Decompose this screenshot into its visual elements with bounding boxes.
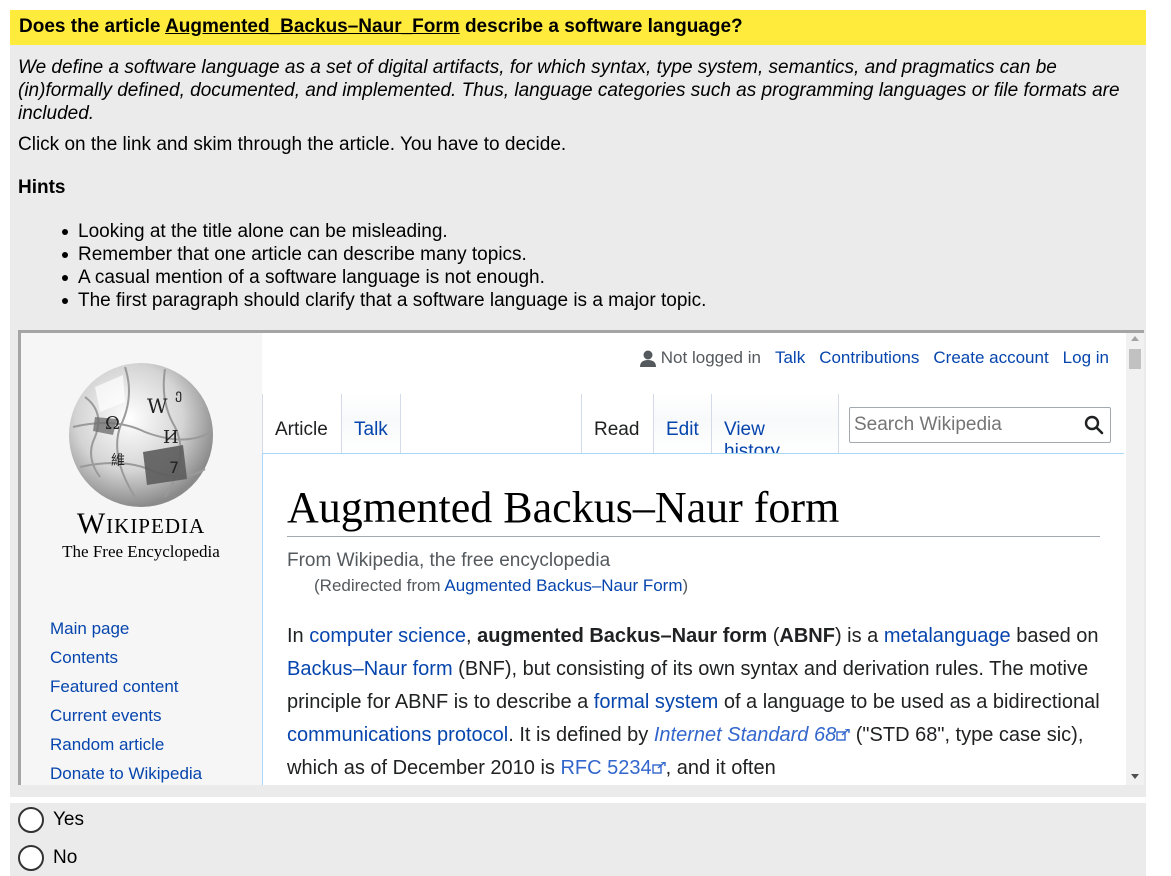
yes-radio[interactable] [18,807,44,833]
answer-yes[interactable]: Yes [18,807,84,833]
search-icon[interactable] [1084,415,1104,435]
lead-bold-abbr: ABNF [779,625,835,647]
hint-item: The first paragraph should clarify that … [40,289,706,312]
personal-talk-link[interactable]: Talk [775,348,805,368]
lead-text: , [466,625,478,647]
wikipedia-preview-frame[interactable]: Ω W И 維 7 ე Wikipedia The Free Encyclope… [18,330,1144,785]
lead-text: , and it often [665,757,776,779]
yes-label: Yes [53,809,84,830]
link-backus-naur-form[interactable]: Backus–Naur form [287,658,453,680]
hints-title: Hints [18,177,66,198]
tab-article[interactable]: Article [262,394,341,453]
site-subtitle: From Wikipedia, the free encyclopedia [287,550,611,571]
log-in-link[interactable]: Log in [1063,348,1109,368]
lead-text: ) is a [834,625,884,647]
svg-text:Ω: Ω [105,413,120,434]
question-suffix: describe a software language? [459,16,743,37]
task-panel: We define a software language as a set o… [10,45,1146,797]
svg-text:ე: ე [175,387,182,403]
definition-text: We define a software language as a set o… [18,57,1120,124]
link-internet-standard-68[interactable]: Internet Standard 68 [654,724,836,746]
lead-text: based on [1010,625,1099,647]
lead-text: . It is defined by [508,724,654,746]
article-content: Augmented Backus–Naur form From Wikipedi… [262,453,1124,785]
svg-text:И: И [163,427,179,448]
hint-item: Looking at the title alone can be mislea… [40,220,706,243]
instruction-text: Click on the link and skim through the a… [18,134,567,155]
tab-read[interactable]: Read [581,394,653,453]
no-label: No [53,847,78,868]
page-title: Augmented Backus–Naur form [287,482,1100,537]
redirect-suffix: ) [682,576,689,595]
external-link-icon [836,729,850,741]
svg-text:7: 7 [169,458,179,477]
not-logged-in-label: Not logged in [660,348,761,367]
frame-scrollbar[interactable] [1126,333,1144,785]
question-bar: Does the article Augmented_Backus–Naur_F… [10,10,1146,45]
link-formal-system[interactable]: formal system [594,691,718,713]
question-prefix: Does the article [19,16,166,37]
contributions-link[interactable]: Contributions [819,348,919,368]
wiki-search-input[interactable] [854,411,1079,438]
user-icon [639,350,656,367]
article-link[interactable]: Augmented_Backus–Naur_Form [165,16,460,37]
svg-text:維: 維 [111,453,125,469]
wikipedia-wordmark: Wikipedia [76,507,206,540]
link-rfc-5234[interactable]: RFC 5234 [560,757,651,779]
wikipedia-tagline: The Free Encyclopedia [62,542,220,561]
link-metalanguage[interactable]: metalanguage [884,625,1011,647]
scroll-down-arrow-icon[interactable] [1131,774,1139,779]
tab-talk[interactable]: Talk [341,394,401,453]
redirect-note: (Redirected from Augmented Backus–Naur F… [314,576,688,596]
redirect-prefix: (Redirected from [314,576,445,595]
link-computer-science[interactable]: computer science [309,625,466,647]
answer-no[interactable]: No [18,845,77,871]
tab-view-history[interactable]: View history [711,394,839,462]
hints-list: Looking at the title alone can be mislea… [40,220,706,312]
external-link-icon [651,762,666,774]
lead-paragraph: In computer science, augmented Backus–Na… [287,620,1107,785]
lead-text: In [287,625,310,647]
wiki-sidebar: Ω W И 維 7 ე Wikipedia The Free Encyclope… [21,333,262,785]
wiki-navigation: Main page Contents Featured content Curr… [50,614,202,785]
nav-donate[interactable]: Donate to Wikipedia [50,759,202,785]
nav-featured-content[interactable]: Featured content [50,672,202,701]
lead-bold-term: augmented Backus–Naur form [477,625,768,647]
redirect-link[interactable]: Augmented Backus–Naur Form [444,576,682,595]
nav-contents[interactable]: Contents [50,643,202,672]
create-account-link[interactable]: Create account [933,348,1048,368]
no-radio[interactable] [18,845,44,871]
scroll-thumb[interactable] [1129,349,1141,369]
personal-tools: Not logged in Talk Contributions Create … [639,348,1109,368]
wiki-search-box[interactable] [849,407,1111,443]
answer-options: Yes No [10,803,1146,876]
link-communications-protocol[interactable]: communications protocol [287,724,508,746]
hint-item: Remember that one article can describe m… [40,243,706,266]
nav-random-article[interactable]: Random article [50,730,202,759]
hint-item: A casual mention of a software language … [40,266,706,289]
lead-text: of a language to be used as a bidirectio… [718,691,1100,713]
not-logged-in: Not logged in [639,348,761,368]
nav-main-page[interactable]: Main page [50,614,202,643]
svg-text:W: W [147,394,168,418]
wikipedia-globe-logo[interactable]: Ω W И 維 7 ე [65,357,217,509]
tab-edit[interactable]: Edit [653,394,711,453]
scroll-up-arrow-icon[interactable] [1131,336,1139,341]
lead-text: ( [767,625,780,647]
nav-current-events[interactable]: Current events [50,701,202,730]
